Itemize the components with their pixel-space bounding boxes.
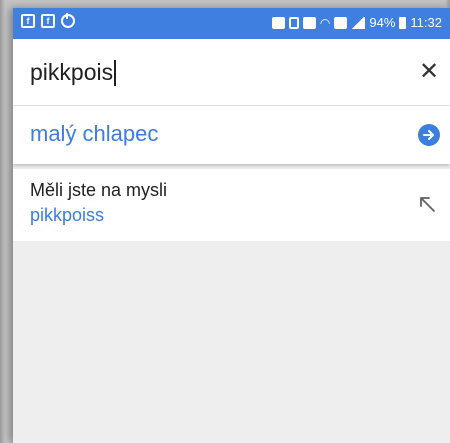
status-left-icons: f f (21, 13, 75, 28)
device-frame: f f ◠ 94% 11:32 pikkpois ✕ malý chlapec … (0, 0, 450, 443)
clear-search-button[interactable]: ✕ (416, 59, 442, 85)
arrow-right-circle-icon (423, 130, 434, 140)
lock-icon (271, 16, 285, 29)
status-right-icons: ◠ 94% 11:32 (271, 15, 442, 30)
arrow-up-left-icon[interactable] (416, 193, 438, 215)
alarm-icon (302, 16, 316, 29)
go-button[interactable] (418, 124, 440, 146)
search-input[interactable]: pikkpois (30, 59, 117, 86)
status-time: 11:32 (410, 15, 442, 30)
status-bar: f f ◠ 94% 11:32 (13, 8, 450, 39)
search-bar[interactable]: pikkpois ✕ (13, 39, 450, 106)
battery-percent: 94% (369, 15, 396, 30)
sync-icon (61, 13, 75, 28)
did-you-mean-row[interactable]: Měli jste na mysli pikkpoiss (13, 169, 450, 241)
mute-icon (288, 16, 299, 29)
close-icon: ✕ (418, 58, 440, 85)
phone-screen: f f ◠ 94% 11:32 pikkpois ✕ malý chlapec … (13, 8, 450, 443)
sim-icon (334, 16, 348, 29)
did-you-mean-label: Měli jste na mysli (30, 180, 168, 200)
app-icon: f (41, 14, 55, 28)
battery-icon (399, 16, 407, 29)
app-icon: f (21, 14, 35, 28)
translation-suggestion[interactable]: malý chlapec (13, 106, 450, 164)
wifi-icon: ◠ (319, 15, 331, 30)
did-you-mean-value[interactable]: pikkpoiss (30, 205, 104, 226)
suggestion-text: malý chlapec (30, 121, 159, 146)
text-caret (114, 59, 117, 86)
signal-icon (351, 16, 366, 29)
search-query: pikkpois (30, 59, 114, 85)
